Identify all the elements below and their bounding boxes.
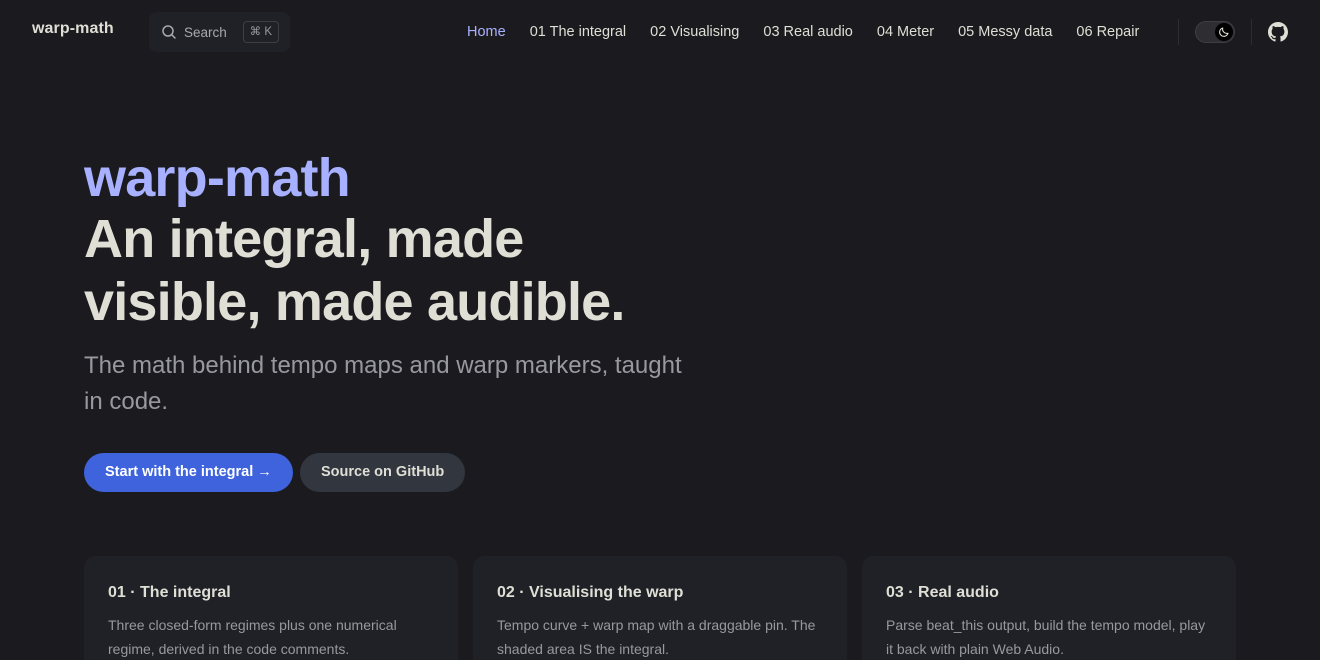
nav-divider	[1178, 19, 1179, 45]
site-title[interactable]: warp-math	[32, 20, 114, 38]
feature-title: 01 · The integral	[108, 584, 231, 601]
nav-item-integral[interactable]: 01 The integral	[518, 22, 638, 42]
feature-details: Three closed-form regimes plus one numer…	[108, 617, 397, 657]
nav-menu: Home 01 The integral 02 Visualising 03 R…	[455, 22, 1151, 42]
nav-item-home[interactable]: Home	[455, 22, 518, 42]
search-label: Search	[184, 24, 227, 40]
feature-title: 02 · Visualising the warp	[497, 584, 684, 601]
github-link[interactable]	[1268, 22, 1288, 42]
nav-item-meter[interactable]: 04 Meter	[865, 22, 946, 42]
nav-divider	[1251, 19, 1252, 45]
search-button[interactable]: Search ⌘ K	[149, 12, 290, 52]
theme-knob	[1215, 23, 1233, 41]
feature-card-integral[interactable]: 01 · The integral Three closed-form regi…	[84, 556, 458, 660]
top-nav: warp-math Search ⌘ K Home 01 The integra…	[0, 0, 1320, 64]
nav-item-real-audio[interactable]: 03 Real audio	[751, 22, 865, 42]
feature-details: Parse beat_this output, build the tempo …	[886, 617, 1206, 657]
nav-item-visualising[interactable]: 02 Visualising	[638, 22, 751, 42]
moon-icon	[1219, 27, 1229, 37]
github-icon	[1268, 22, 1288, 42]
theme-toggle[interactable]	[1195, 21, 1235, 43]
hero-headline: An integral, made visible, made audible.	[84, 209, 625, 332]
feature-card-real-audio[interactable]: 03 · Real audio Parse beat_this output, …	[862, 556, 1236, 660]
feature-card-visualising[interactable]: 02 · Visualising the warp Tempo curve + …	[473, 556, 847, 660]
search-shortcut: ⌘ K	[242, 21, 279, 43]
github-source-button[interactable]: Source on GitHub	[300, 453, 466, 492]
nav-item-repair[interactable]: 06 Repair	[1064, 22, 1151, 42]
hero-tagline: The math behind tempo maps and warp mark…	[84, 352, 682, 415]
start-integral-button[interactable]: Start with the integral →	[84, 453, 293, 492]
search-icon	[161, 24, 177, 40]
feature-title: 03 · Real audio	[886, 584, 999, 601]
feature-details: Tempo curve + warp map with a draggable …	[497, 617, 816, 657]
hero-name: warp-math	[84, 148, 351, 208]
nav-item-messy-data[interactable]: 05 Messy data	[946, 22, 1064, 42]
